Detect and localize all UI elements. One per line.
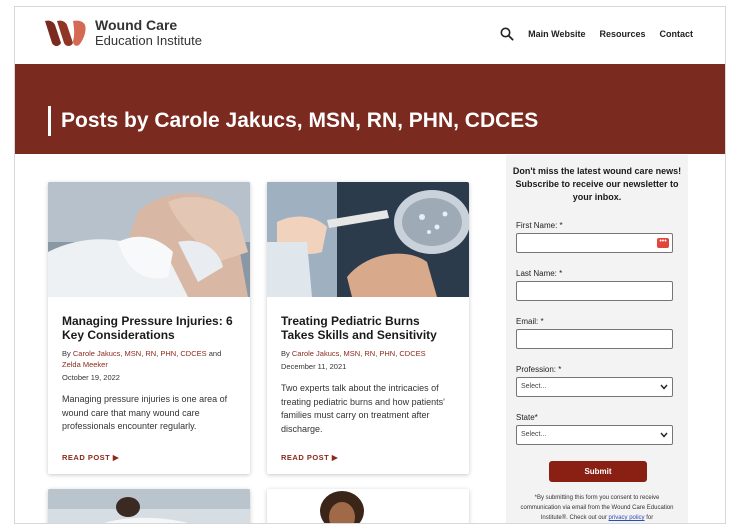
chevron-down-icon xyxy=(660,432,668,438)
profession-selected-value: Select... xyxy=(521,383,547,390)
logo-line-2: Education Institute xyxy=(95,33,202,48)
chevron-down-icon xyxy=(660,384,668,390)
privacy-policy-link[interactable]: privacy policy xyxy=(609,515,645,521)
post-card[interactable]: Treating Pediatric Burns Takes Skills an… xyxy=(267,182,469,474)
post-card[interactable] xyxy=(267,489,469,524)
site-header: Wound Care Education Institute Main Webs… xyxy=(15,7,725,64)
byline-prefix: By xyxy=(281,349,290,358)
state-selected-value: Select... xyxy=(521,431,547,438)
logo-mark-icon xyxy=(45,20,86,46)
first-name-field[interactable]: ••• xyxy=(516,233,673,253)
author-link[interactable]: Carole Jakucs, MSN, RN, PHN, CDCES xyxy=(73,349,207,358)
state-select[interactable]: Select... xyxy=(516,425,673,445)
autofill-dots-icon[interactable]: ••• xyxy=(657,238,669,248)
read-post-link[interactable]: READ POST ▶ xyxy=(281,453,338,462)
post-thumbnail-image[interactable] xyxy=(267,489,469,524)
page-title: Posts by Carole Jakucs, MSN, RN, PHN, CD… xyxy=(48,106,538,136)
search-icon[interactable] xyxy=(500,27,514,41)
newsletter-form: Don't miss the latest wound care news! S… xyxy=(506,155,688,523)
nav-resources[interactable]: Resources xyxy=(599,29,645,39)
nav-main-website[interactable]: Main Website xyxy=(528,29,585,39)
post-byline: By Carole Jakucs, MSN, RN, PHN, CDCES an… xyxy=(62,348,236,370)
first-name-label: First Name: * xyxy=(516,221,563,230)
submit-button[interactable]: Submit xyxy=(549,461,647,482)
newsletter-intro: Don't miss the latest wound care news! S… xyxy=(512,166,682,202)
post-card[interactable]: Managing Pressure Injuries: 6 Key Consid… xyxy=(48,182,250,474)
state-label: State* xyxy=(516,413,538,422)
post-thumbnail-image[interactable] xyxy=(48,489,250,524)
author-link[interactable]: Carole Jakucs, MSN, RN, PHN, CDCES xyxy=(292,349,426,358)
post-excerpt: Managing pressure injuries is one area o… xyxy=(62,394,228,431)
consent-disclaimer: *By submitting this form you consent to … xyxy=(516,493,678,523)
profession-label: Profession: * xyxy=(516,365,562,374)
browser-viewport: Wound Care Education Institute Main Webs… xyxy=(14,6,726,524)
nav-contact[interactable]: Contact xyxy=(660,29,694,39)
post-thumbnail-image[interactable] xyxy=(267,182,469,297)
site-logo[interactable]: Wound Care Education Institute xyxy=(43,17,202,49)
main-nav: Main Website Resources Contact xyxy=(500,27,693,41)
last-name-label: Last Name: * xyxy=(516,269,563,278)
read-post-link[interactable]: READ POST ▶ xyxy=(62,453,119,462)
post-card[interactable] xyxy=(48,489,250,524)
last-name-field[interactable] xyxy=(516,281,673,301)
disclaimer-tail: for xyxy=(646,515,654,521)
post-date: December 11, 2021 xyxy=(281,362,347,371)
email-label: Email: * xyxy=(516,317,544,326)
page-banner: Posts by Carole Jakucs, MSN, RN, PHN, CD… xyxy=(15,64,725,154)
post-byline: By Carole Jakucs, MSN, RN, PHN, CDCES xyxy=(281,348,455,359)
profession-select[interactable]: Select... xyxy=(516,377,673,397)
post-date: October 19, 2022 xyxy=(62,373,120,382)
logo-line-1: Wound Care xyxy=(95,17,178,33)
post-title[interactable]: Managing Pressure Injuries: 6 Key Consid… xyxy=(62,314,236,342)
coauthor-link[interactable]: Zelda Meeker xyxy=(62,360,108,369)
post-excerpt: Two experts talk about the intricacies o… xyxy=(281,383,445,434)
email-field[interactable] xyxy=(516,329,673,349)
post-thumbnail-image[interactable] xyxy=(48,182,250,297)
byline-prefix: By xyxy=(62,349,71,358)
byline-and: and xyxy=(208,349,222,358)
post-title[interactable]: Treating Pediatric Burns Takes Skills an… xyxy=(281,314,455,342)
